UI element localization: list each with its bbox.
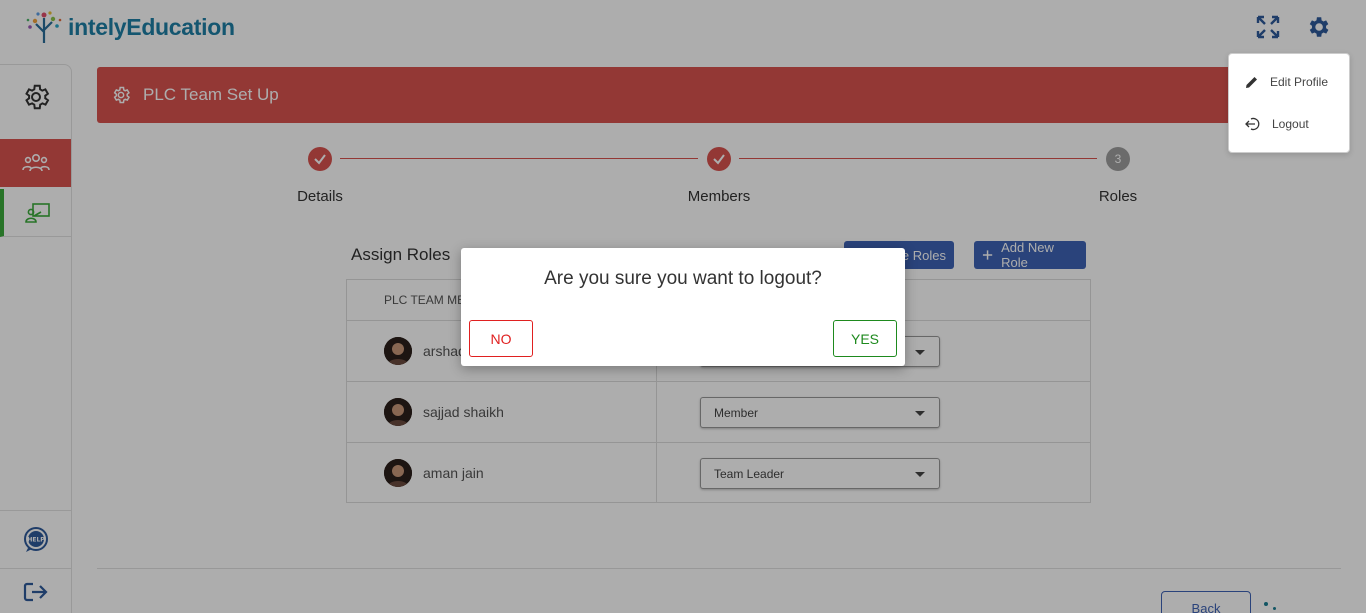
no-button[interactable]: NO: [469, 320, 533, 357]
menu-item-edit-profile[interactable]: Edit Profile: [1229, 64, 1349, 100]
pencil-icon: [1246, 77, 1257, 88]
menu-item-logout[interactable]: Logout: [1229, 106, 1349, 142]
logout-icon: [1245, 117, 1260, 131]
menu-item-label: Logout: [1272, 117, 1309, 131]
yes-button[interactable]: YES: [833, 320, 897, 357]
profile-menu: Edit Profile Logout: [1228, 53, 1350, 153]
dialog-message: Are you sure you want to logout?: [544, 268, 822, 289]
menu-item-label: Edit Profile: [1270, 75, 1329, 89]
logout-confirm-dialog: Are you sure you want to logout? NO YES: [461, 248, 905, 366]
